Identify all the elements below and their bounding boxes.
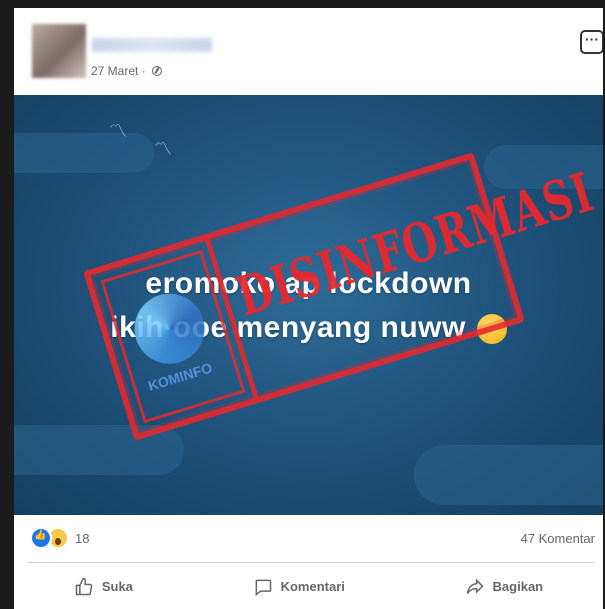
thumbs-up-icon	[75, 577, 93, 595]
bird-icon: 〽	[109, 121, 127, 141]
stamp-logo-box: KOMINFO	[100, 249, 246, 424]
cloud	[14, 133, 154, 173]
like-label: Suka	[101, 579, 133, 594]
post-actions: Suka Komentari Bagikan	[14, 564, 603, 609]
post-image[interactable]: 〽 〽 eromoko ap lockdown ikih ooe menyang…	[14, 95, 603, 515]
comment-count[interactable]: 47 Komentar	[521, 531, 595, 546]
bird-icon: 〽	[154, 139, 172, 159]
share-label: Bagikan	[492, 579, 544, 594]
divider	[28, 562, 594, 563]
like-reaction-icon	[30, 527, 52, 549]
facebook-post-card: 27 Maret · ··· 〽 〽 eromoko ap lockdown i…	[14, 8, 603, 609]
globe-icon	[151, 66, 162, 76]
post-date[interactable]: 27 Maret ·	[91, 64, 146, 78]
comment-label: Komentari	[280, 579, 345, 594]
share-icon	[466, 578, 484, 594]
comment-button[interactable]: Komentari	[253, 577, 345, 597]
kominfo-logo-text: KOMINFO	[146, 359, 215, 395]
like-button[interactable]: Suka	[74, 577, 133, 597]
reaction-count[interactable]: 18	[75, 531, 89, 546]
reactions-summary[interactable]: 18	[30, 527, 89, 549]
top-strip	[0, 0, 605, 8]
avatar[interactable]	[32, 24, 86, 78]
post-timestamp[interactable]: 27 Maret ·	[91, 64, 162, 78]
comment-icon	[255, 579, 271, 596]
stamp-label: DISINFORMASI	[229, 160, 601, 330]
share-button[interactable]: Bagikan	[465, 577, 544, 597]
author-name-blurred[interactable]	[92, 38, 212, 52]
kominfo-logo-icon	[125, 285, 214, 373]
cloud	[414, 445, 603, 505]
more-options-button[interactable]: ···	[580, 30, 603, 54]
disinformation-stamp: KOMINFO DISINFORMASI	[83, 152, 601, 441]
